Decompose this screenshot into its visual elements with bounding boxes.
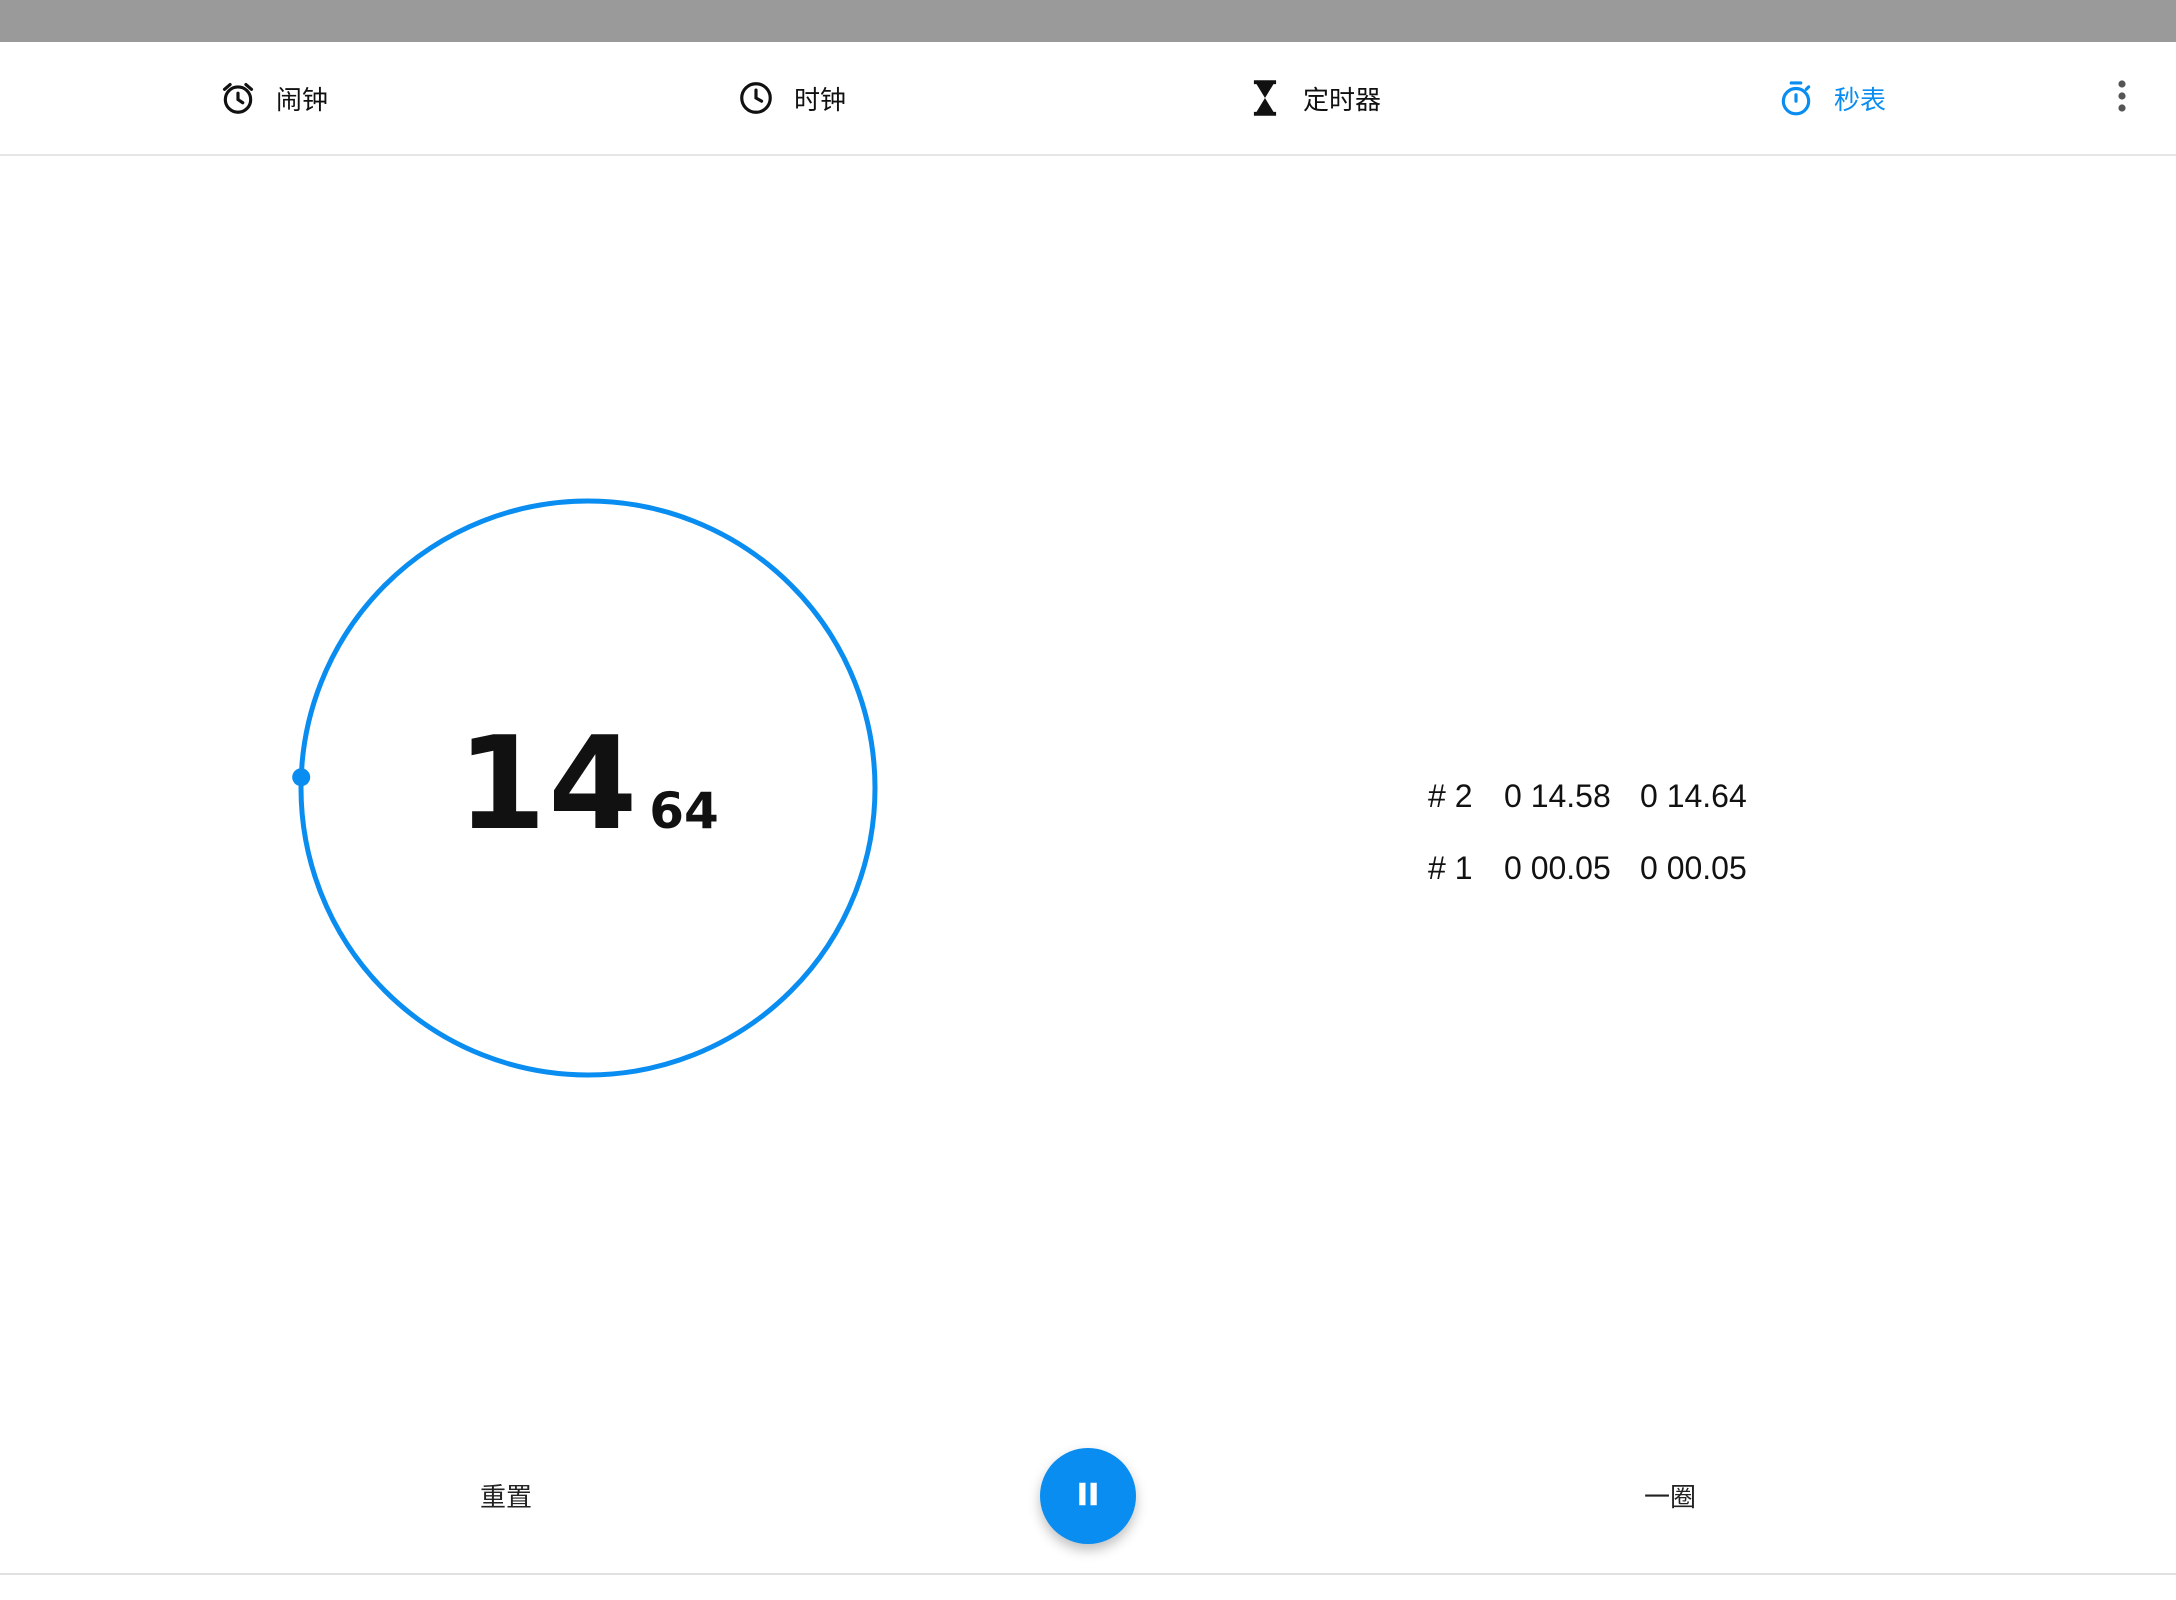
lap-time: 0 00.05 — [1504, 849, 1611, 886]
lap-total-time: 0 00.05 — [1640, 849, 1747, 886]
tab-stopwatch[interactable]: 秒表 — [1776, 42, 1886, 154]
hourglass-icon — [1245, 78, 1285, 118]
stopwatch-icon — [1776, 78, 1816, 118]
tab-alarm[interactable]: 闹钟 — [218, 42, 328, 154]
tab-alarm-label: 闹钟 — [276, 85, 329, 116]
lap-row: # 1 0 00.05 0 00.05 — [1428, 832, 1828, 904]
tab-timer[interactable]: 定时器 — [1245, 42, 1381, 154]
tab-clock-label: 时钟 — [794, 85, 847, 116]
tab-clock[interactable]: 时钟 — [736, 42, 846, 154]
elapsed-time: 14 64 — [290, 710, 886, 859]
bottom-divider — [0, 1573, 2176, 1575]
lap-list: # 2 0 14.58 0 14.64 # 1 0 00.05 0 00.05 — [1428, 760, 1828, 904]
lap-button[interactable]: 一圈 — [1644, 1465, 1696, 1525]
reset-button[interactable]: 重置 — [480, 1465, 532, 1525]
tab-timer-label: 定时器 — [1303, 85, 1382, 116]
lap-row: # 2 0 14.58 0 14.64 — [1428, 760, 1828, 832]
more-options-button[interactable] — [2100, 76, 2144, 120]
tab-bar: 闹钟 时钟 定时器 秒表 — [0, 42, 2176, 156]
pause-icon — [1073, 1479, 1103, 1513]
status-bar — [0, 0, 2176, 42]
lap-number: # 1 — [1428, 849, 1473, 886]
tab-stopwatch-label: 秒表 — [1834, 85, 1887, 116]
more-vert-icon — [2116, 79, 2128, 117]
lap-total-time: 0 14.64 — [1640, 777, 1747, 814]
lap-time: 0 14.58 — [1504, 777, 1611, 814]
elapsed-seconds: 14 — [457, 710, 640, 859]
lap-number: # 2 — [1428, 777, 1473, 814]
elapsed-hundredths: 64 — [649, 782, 719, 840]
clock-icon — [736, 78, 776, 118]
alarm-clock-icon — [218, 78, 258, 118]
pause-button[interactable] — [1040, 1448, 1136, 1544]
